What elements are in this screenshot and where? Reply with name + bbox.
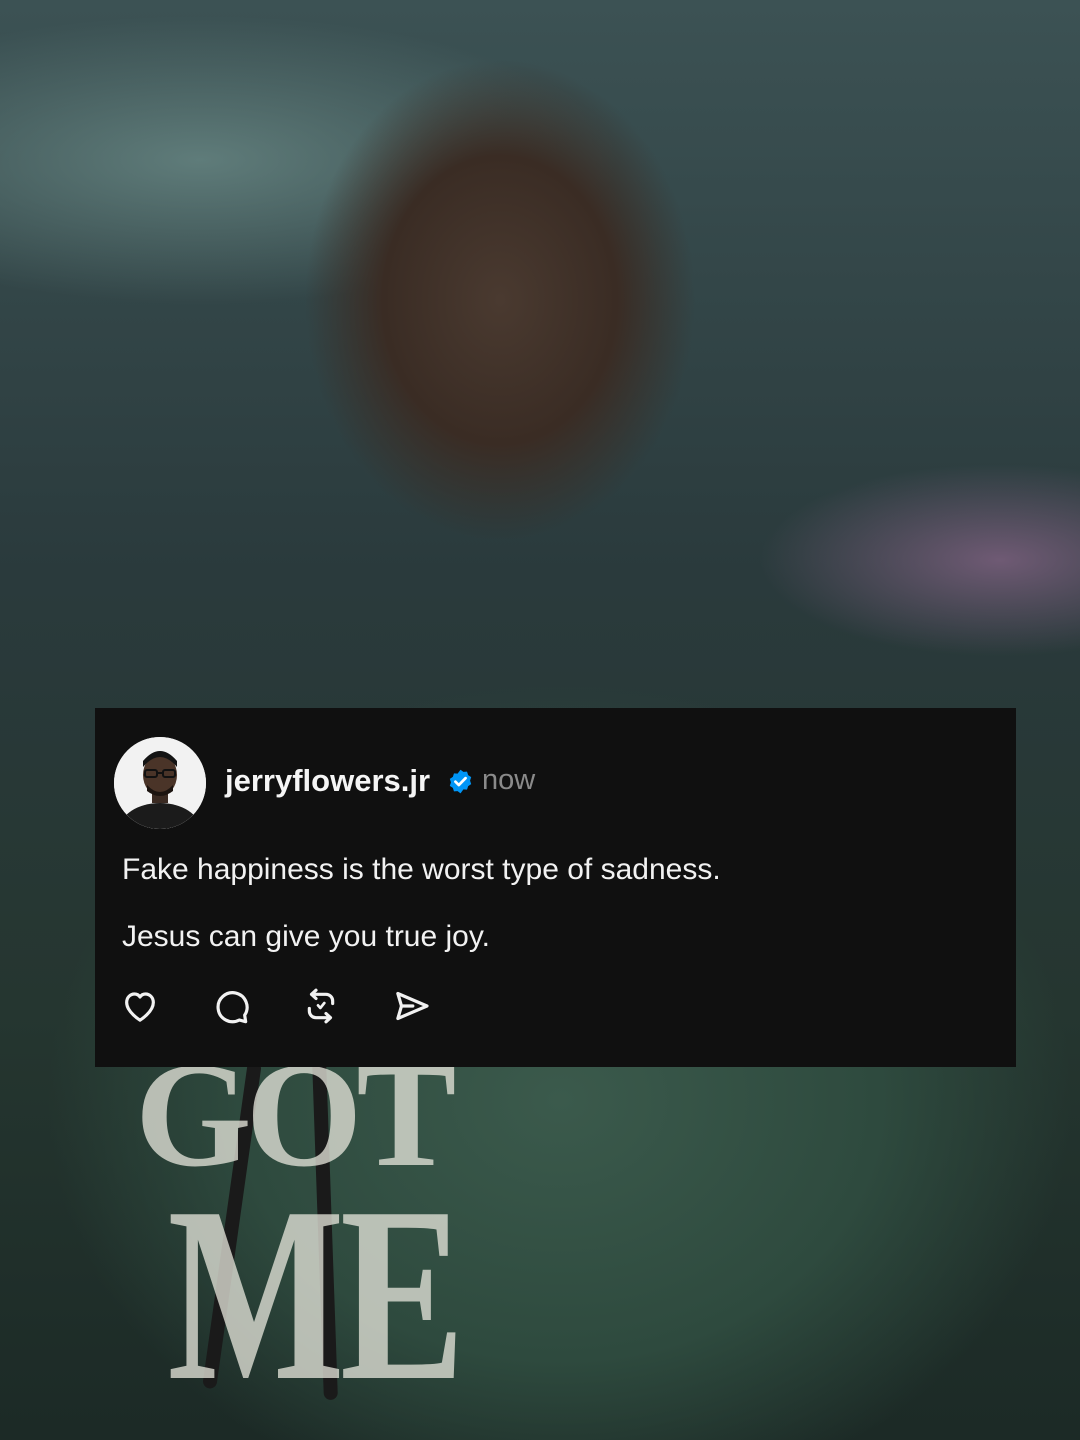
share-icon bbox=[396, 991, 429, 1021]
like-button[interactable] bbox=[120, 986, 160, 1026]
post-card: jerryflowers.jr now Fake happiness is th… bbox=[95, 708, 1016, 1067]
heart-icon bbox=[125, 992, 155, 1022]
comment-button[interactable] bbox=[211, 986, 251, 1026]
repost-icon bbox=[307, 988, 335, 1024]
comment-icon bbox=[216, 991, 249, 1024]
hoodie-print-text: ME bbox=[167, 1156, 466, 1433]
verified-badge-icon bbox=[449, 769, 472, 794]
post-text-line: Jesus can give you true joy. bbox=[122, 920, 490, 953]
avatar-portrait bbox=[114, 737, 206, 829]
post-text-line: Fake happiness is the worst type of sadn… bbox=[122, 853, 721, 886]
repost-button[interactable] bbox=[301, 986, 341, 1026]
username[interactable]: jerryflowers.jr bbox=[225, 763, 430, 799]
share-button[interactable] bbox=[392, 986, 432, 1026]
post-timestamp: now bbox=[482, 764, 536, 796]
avatar[interactable] bbox=[114, 737, 206, 829]
